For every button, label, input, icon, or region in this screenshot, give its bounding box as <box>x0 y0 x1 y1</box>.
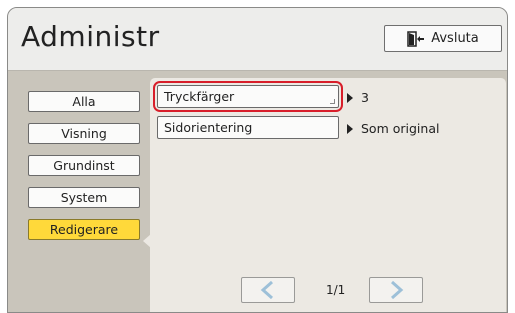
nav-item-grundinst[interactable]: Grundinst <box>28 155 140 176</box>
setting-tryckfarger-button[interactable]: Tryckfärger <box>157 85 339 108</box>
setting-sidorientering-button[interactable]: Sidorientering <box>157 116 339 139</box>
setting-value: Som original <box>347 121 439 136</box>
exit-button-label: Avsluta <box>431 31 479 46</box>
nav-item-label: Visning <box>61 126 107 141</box>
settings-panel: Tryckfärger 3 Sidorientering Som origina… <box>150 78 506 312</box>
nav-item-visning[interactable]: Visning <box>28 123 140 144</box>
app-window: Administr Avsluta Alla Visning Grundinst… <box>7 7 508 313</box>
resize-corner-icon <box>330 99 335 104</box>
triangle-right-icon <box>347 123 353 134</box>
triangle-right-icon <box>347 92 353 103</box>
exit-button[interactable]: Avsluta <box>384 25 502 52</box>
chevron-right-icon <box>391 280 404 300</box>
nav-item-label: Grundinst <box>53 158 115 173</box>
setting-value-text: 3 <box>361 90 369 105</box>
exit-door-icon <box>407 30 425 47</box>
chevron-left-icon <box>260 280 273 300</box>
nav-item-redigerare[interactable]: Redigerare <box>28 219 140 240</box>
nav-item-label: Alla <box>72 94 96 109</box>
nav-item-alla[interactable]: Alla <box>28 91 140 112</box>
setting-value-text: Som original <box>361 121 440 136</box>
page-indicator: 1/1 <box>326 283 346 297</box>
setting-label: Sidorientering <box>164 120 253 135</box>
next-page-button[interactable] <box>369 277 423 303</box>
header-bar: Administr Avsluta <box>8 8 507 71</box>
nav-item-label: System <box>60 190 108 205</box>
nav-item-label: Redigerare <box>49 222 119 237</box>
setting-value: 3 <box>347 90 369 105</box>
setting-label: Tryckfärger <box>164 89 235 104</box>
nav-item-system[interactable]: System <box>28 187 140 208</box>
category-nav: Alla Visning Grundinst System Redigerare <box>8 71 148 312</box>
previous-page-button[interactable] <box>241 277 295 303</box>
page-title: Administr <box>21 20 160 53</box>
